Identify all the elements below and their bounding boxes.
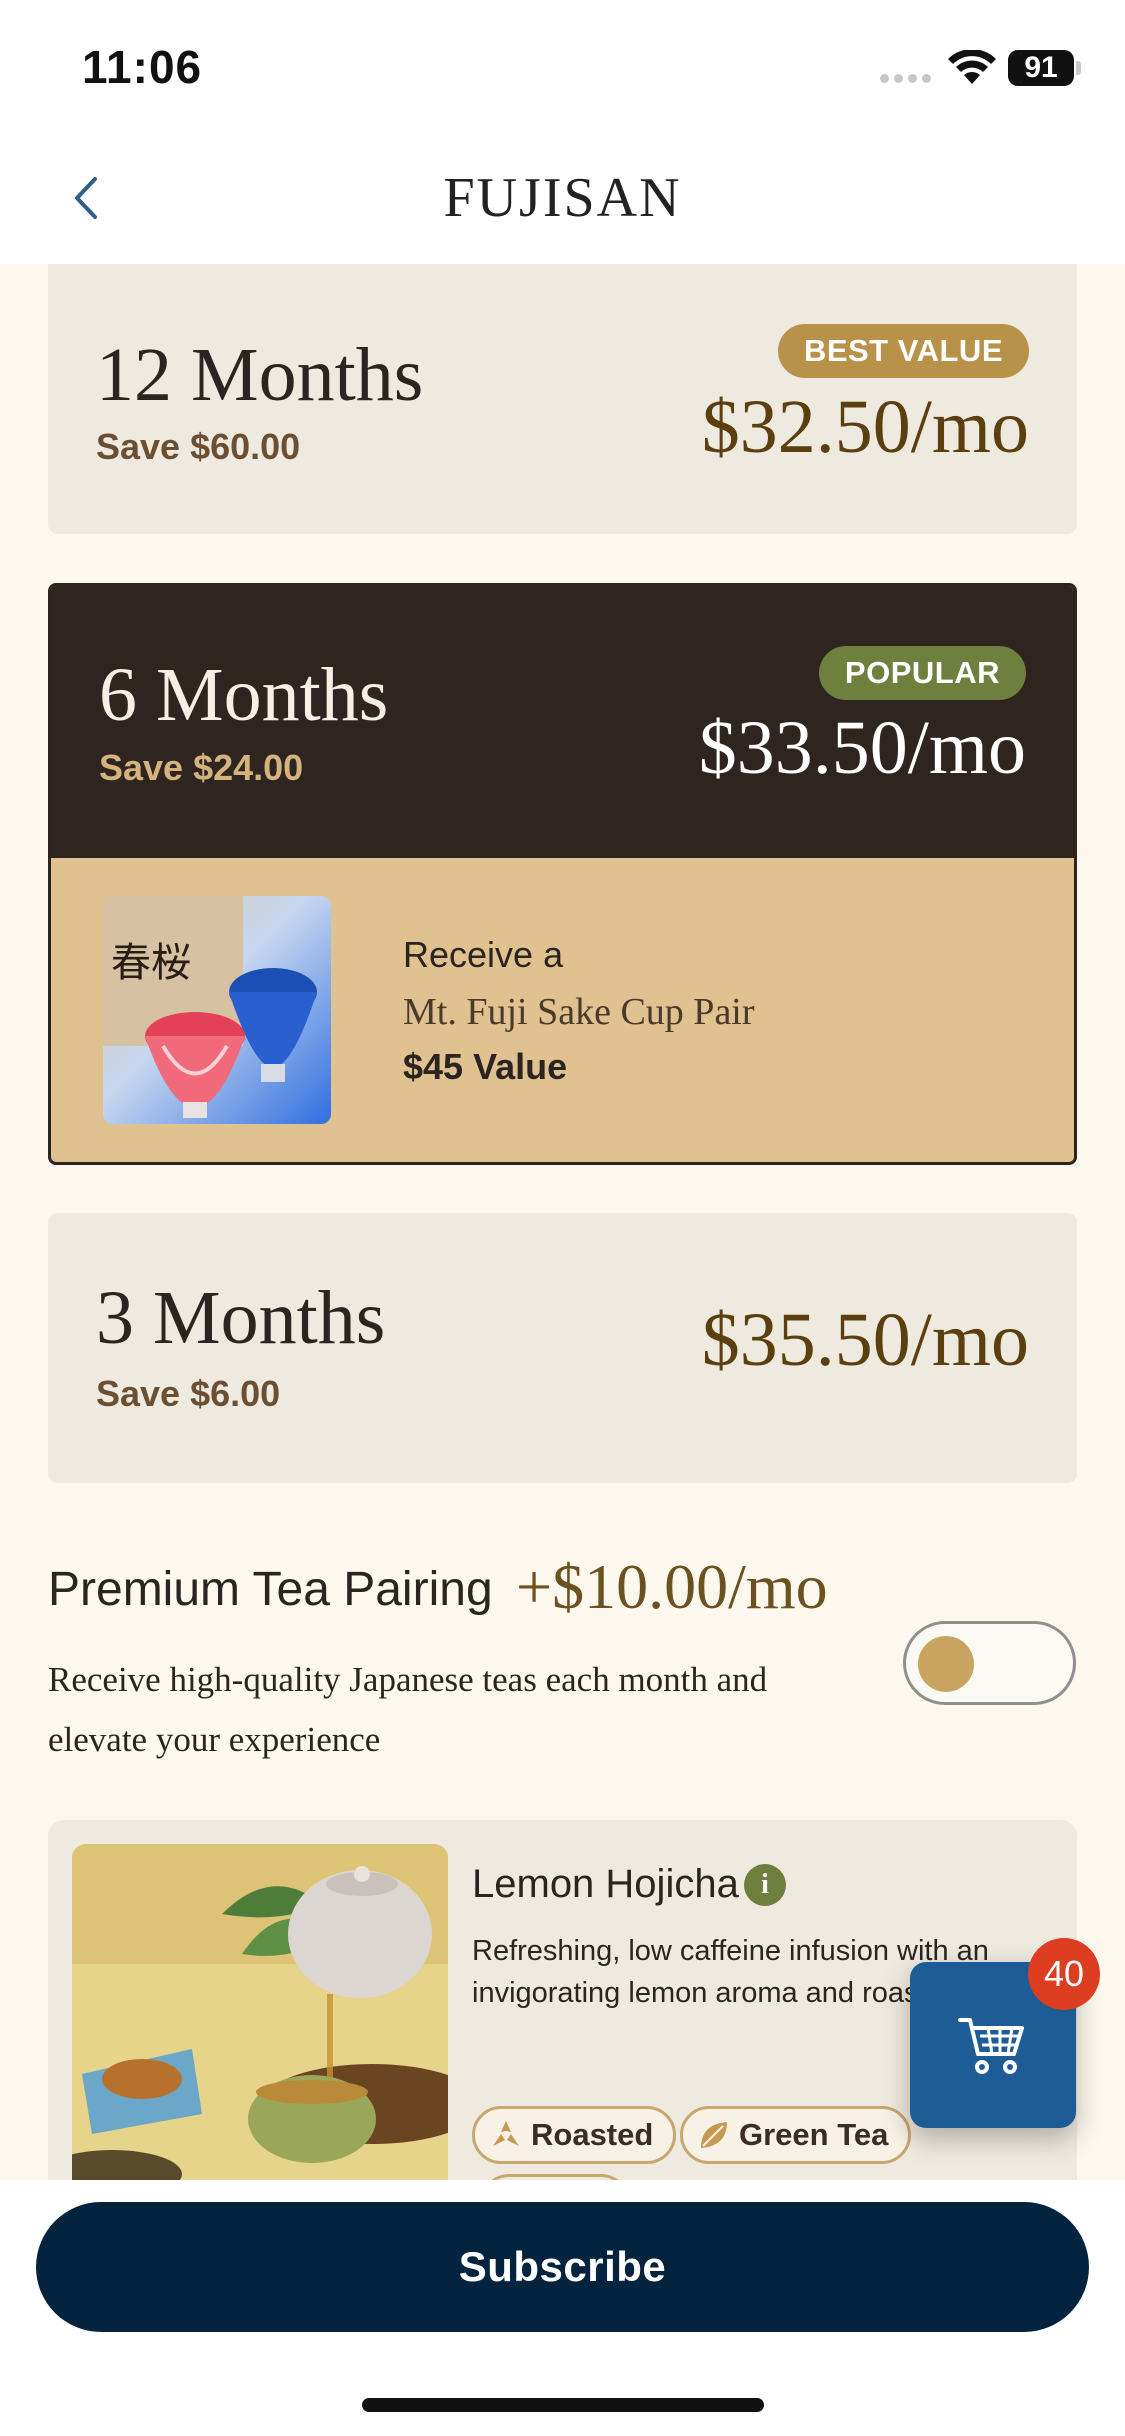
page-title: FUJISAN <box>443 167 682 229</box>
battery-icon: 91 <box>1008 50 1074 86</box>
tea-name: Lemon Hojicha <box>472 1862 739 1906</box>
plan-name: 6 Months <box>99 653 389 737</box>
plan-header: 6 Months Save $24.00 POPULAR $33.50/mo <box>51 586 1074 858</box>
plan-name: 3 Months <box>96 1276 386 1360</box>
status-time: 11:06 <box>82 41 203 93</box>
navigation-bar: FUJISAN <box>0 132 1125 264</box>
plan-card-3-months[interactable]: 3 Months Save $6.00 $35.50/mo <box>48 1213 1077 1483</box>
plan-card-12-months[interactable]: 12 Months Save $60.00 BEST VALUE $32.50/… <box>48 264 1077 534</box>
pairing-price: +$10.00/mo <box>516 1551 828 1622</box>
battery-tip <box>1076 61 1081 75</box>
info-icon[interactable]: i <box>744 1864 786 1906</box>
gift-value: $45 Value <box>403 1046 568 1087</box>
pairing-description: Receive high-quality Japanese teas each … <box>48 1660 768 1759</box>
popular-badge: POPULAR <box>818 646 1026 700</box>
home-indicator <box>362 2398 764 2412</box>
toggle-knob <box>918 1636 974 1692</box>
wifi-icon <box>948 50 996 84</box>
tag-green-tea: Green Tea <box>680 2106 912 2164</box>
svg-text:春桜: 春桜 <box>111 940 191 986</box>
roasted-icon <box>493 2121 519 2146</box>
subscribe-button[interactable]: Subscribe <box>36 2202 1089 2332</box>
plan-name: 12 Months <box>96 333 424 417</box>
tag-roasted: Roasted <box>472 2106 677 2164</box>
tag-label: Roasted <box>531 2117 654 2152</box>
gift-name: Mt. Fuji Sake Cup Pair <box>403 991 755 1033</box>
plan-price: $32.50/mo <box>701 385 1029 469</box>
tea-image <box>72 1844 448 2180</box>
leaf-icon <box>701 2122 727 2148</box>
tea-pairing-toggle[interactable] <box>903 1621 1076 1705</box>
sake-cup-image: 春桜 <box>103 896 331 1124</box>
tag-label: Green Tea <box>739 2117 889 2152</box>
plan-card-6-months[interactable]: 6 Months Save $24.00 POPULAR $33.50/mo 春… <box>48 583 1077 1165</box>
status-bar: 11:06 91 <box>0 0 1125 132</box>
pairing-title: Premium Tea Pairing <box>48 1563 493 1616</box>
bottom-bar: Subscribe <box>0 2180 1125 2436</box>
gift-intro: Receive a <box>403 934 564 975</box>
plan-price: $33.50/mo <box>698 706 1026 790</box>
cart-icon <box>958 2018 1024 2074</box>
plan-price: $35.50/mo <box>701 1298 1029 1382</box>
cart-count-badge: 40 <box>1028 1938 1100 2010</box>
plan-savings: Save $24.00 <box>99 747 304 788</box>
cellular-signal-icon <box>880 74 931 83</box>
best-value-badge: BEST VALUE <box>777 324 1029 378</box>
plan-savings: Save $6.00 <box>96 1373 281 1414</box>
plan-savings: Save $60.00 <box>96 426 301 467</box>
